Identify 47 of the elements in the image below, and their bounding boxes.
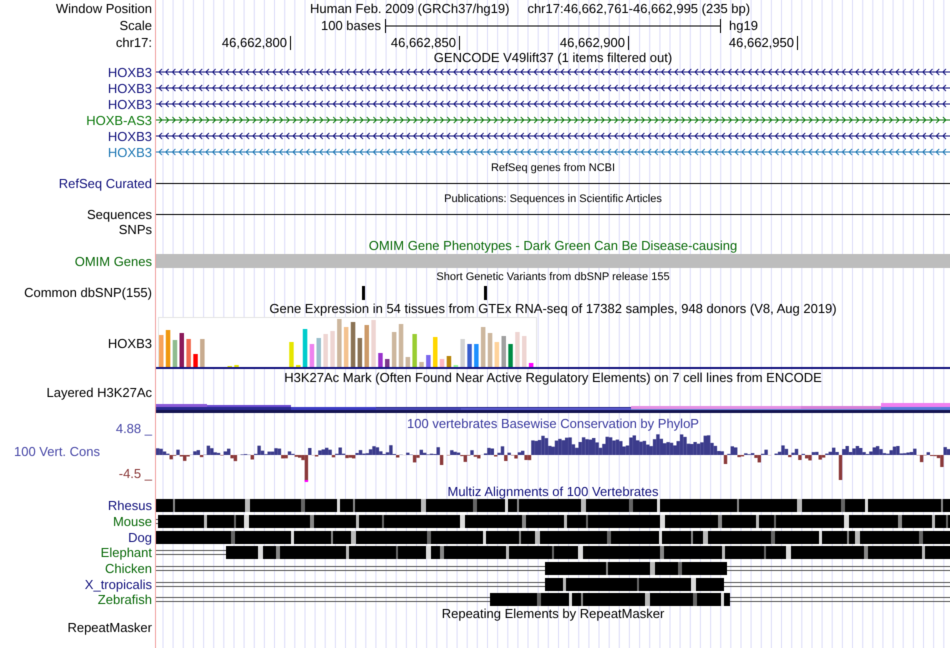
species-label[interactable]: Chicken (105, 562, 152, 576)
track-label[interactable]: RepeatMasker (67, 621, 152, 634)
track-title: OMIM Gene Phenotypes - Dark Green Can Be Disease-causing (368, 238, 738, 252)
track-label[interactable]: RefSeq Curated (58, 177, 152, 190)
axis-max-label: 4.88 _ (116, 422, 152, 435)
gene-label[interactable]: HOXB3 (108, 66, 152, 78)
track-label[interactable]: 100 Vert. Cons (14, 444, 100, 458)
track-label[interactable]: HOXB3 (108, 336, 152, 350)
track-title: GENCODE V49lift37 (1 items filtered out) (434, 51, 672, 64)
gene-label[interactable]: HOXB3 (108, 82, 152, 94)
species-label[interactable]: Zebrafish (98, 593, 152, 606)
assembly-label: hg19 (729, 19, 758, 32)
ruler-tick: 46,662,850 (390, 36, 460, 50)
track-label[interactable]: OMIM Genes (74, 254, 152, 268)
gene-label[interactable]: HOXB-AS3 (86, 114, 152, 126)
species-label[interactable]: Elephant (100, 546, 152, 560)
species-label[interactable]: X_tropicalis (84, 578, 152, 591)
species-label[interactable]: Mouse (112, 515, 152, 528)
gene-label[interactable]: HOXB3 (108, 130, 152, 142)
track-title: Publications: Sequences in Scientific Articles (444, 194, 662, 204)
ruler-tick: 46,662,950 (728, 36, 798, 50)
track-title: RefSeq genes from NCBI (490, 162, 616, 174)
track-title: 100 vertebrates Basewise Conservation by PhyloP (407, 416, 699, 430)
track-title: Multiz Alignments of 100 Vertebrates (447, 485, 658, 498)
row-label: Window Position (56, 2, 152, 15)
species-label[interactable]: Rhesus (108, 499, 152, 512)
ruler-tick: 46,662,800 (222, 36, 291, 50)
track-label[interactable]: Layered H3K27Ac (46, 386, 152, 399)
ruler-tick: 46,662,900 (560, 36, 629, 50)
variant-mark (484, 286, 487, 300)
row-label: Scale (119, 19, 152, 32)
track-title: H3K27Ac Mark (Often Found Near Active Regulatory Elements) on 7 cell lines from ENCODE (284, 371, 822, 384)
gene-label[interactable]: HOXB3 (108, 146, 152, 158)
track-label[interactable]: Common dbSNP(155) (24, 286, 152, 299)
row-label: chr17: (116, 36, 152, 49)
track-title: Gene Expression in 54 tissues from GTEx RNA-seq of 17382 samples, 948 donors (V8, Aug 2019) (269, 302, 837, 315)
gene-label[interactable]: HOXB3 (108, 98, 152, 110)
track-label[interactable]: Sequences (86, 208, 152, 220)
variant-mark (362, 286, 365, 300)
track-label[interactable]: SNPs (118, 222, 152, 236)
scale-label: 100 bases (321, 19, 381, 32)
position-text: chr17:46,662,761-46,662,995 (235 bp) (527, 2, 750, 15)
track-title: Short Genetic Variants from dbSNP release 155 (436, 272, 670, 282)
track-title: Repeating Elements by RepeatMasker (442, 607, 664, 620)
assembly-name: Human Feb. 2009 (GRCh37/hg19) (310, 2, 510, 15)
species-label[interactable]: Dog (128, 530, 152, 544)
axis-min-label: -4.5 _ (118, 467, 152, 480)
